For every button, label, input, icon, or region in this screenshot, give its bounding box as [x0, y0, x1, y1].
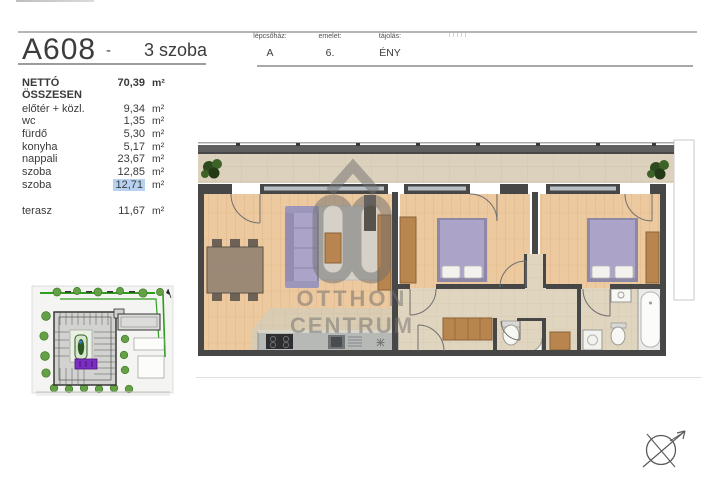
- print-artifact: [16, 0, 94, 2]
- bedroom2-wardrobe: [646, 232, 659, 283]
- neighbour-area: [674, 140, 694, 300]
- watermark-line1: OTTHON: [297, 286, 408, 311]
- area-row: szoba12,85m²: [22, 166, 174, 179]
- area-row: fürdő5,30m²: [22, 128, 174, 141]
- room-label: terasz: [22, 205, 105, 217]
- washing-machine-icon: [583, 330, 602, 350]
- room-label: előtér + közl.: [22, 103, 105, 115]
- stove-icon: [266, 334, 293, 349]
- bathtub-icon: [638, 288, 663, 351]
- watermark-line2: CENTRUM: [290, 313, 414, 338]
- terrace-railing: [198, 145, 674, 152]
- plan-border: [196, 377, 702, 378]
- site-highlighted-unit: [75, 359, 97, 369]
- selected-value-highlight[interactable]: 12,71: [113, 179, 145, 191]
- area-row: terasz11,67m²: [22, 205, 174, 218]
- site-plan: [30, 282, 176, 398]
- room-area-value: 5,17: [105, 141, 145, 153]
- bedroom1-bed: [437, 218, 487, 282]
- room-area-value: 12,85: [105, 166, 145, 178]
- unit-info-table: lépcsőház: A emelet: 6. tájolás: ÉNY: [242, 33, 422, 59]
- site-courtyard-pool: [75, 335, 87, 359]
- unit-label: m²: [145, 141, 174, 153]
- terrace-windows: [264, 187, 616, 191]
- bedroom1-wardrobe: [400, 217, 416, 283]
- info-staircase: lépcsőház: A: [242, 33, 298, 59]
- floor-plan-sheet: A608 - 3 szoba lépcsőház: A emelet: 6. t…: [0, 0, 706, 500]
- unit-id: A608: [22, 33, 96, 67]
- info-orientation: tájolás: ÉNY: [362, 33, 418, 59]
- hallway-cabinet: [550, 332, 570, 350]
- area-total-row: NETTÓ ÖSSZESEN70,39m²: [22, 77, 174, 90]
- room-label: fürdő: [22, 128, 105, 140]
- unit-label: m²: [145, 153, 174, 165]
- room-area-value: 23,67: [105, 153, 145, 165]
- room-label: szoba: [22, 179, 105, 191]
- area-row: konyha5,17m²: [22, 141, 174, 154]
- unit-label: m²: [145, 205, 174, 217]
- unit-label: m²: [145, 179, 174, 191]
- dining-table: [207, 239, 263, 301]
- room-label: wc: [22, 115, 105, 127]
- room-label: NETTÓ ÖSSZESEN: [22, 77, 105, 101]
- room-area-value: 5,30: [105, 128, 145, 140]
- room-label: konyha: [22, 141, 105, 153]
- bedroom2-bed: [587, 218, 638, 282]
- area-row: nappali23,67m²: [22, 153, 174, 166]
- header-underline-left: [18, 63, 206, 65]
- room-label: nappali: [22, 153, 105, 165]
- area-table: NETTÓ ÖSSZESEN70,39m²előtér + közl.9,34m…: [22, 77, 174, 217]
- room-count: 3 szoba: [144, 40, 207, 61]
- area-row: wc1,35m²: [22, 115, 174, 128]
- room-area-value: 9,34: [105, 103, 145, 115]
- unit-label: m²: [145, 115, 174, 127]
- bath-sink-icon: [611, 289, 631, 302]
- hall-niche-floor: [526, 254, 544, 288]
- room-area-value: 11,67: [105, 205, 145, 217]
- hallway-bench: [443, 318, 492, 340]
- faint-print-artifact: [449, 33, 467, 37]
- bath-toilet-icon: [611, 323, 626, 345]
- room-area-value: 1,35: [105, 115, 145, 127]
- area-row: előtér + közl.9,34m²: [22, 103, 174, 116]
- site-roads: [36, 392, 170, 395]
- terrace-floor: [198, 154, 674, 183]
- room-label: szoba: [22, 166, 105, 178]
- unit-label: m²: [145, 128, 174, 140]
- unit-label: m²: [145, 166, 174, 178]
- coffee-table: [325, 233, 341, 263]
- floor-plan: OTTHON CENTRUM: [190, 122, 706, 380]
- terrace: [198, 142, 674, 183]
- extractor-symbol-icon: [377, 339, 385, 347]
- header-separator: -: [106, 42, 111, 59]
- info-floor: emelet: 6.: [302, 33, 358, 59]
- area-row: szoba 12,71m²: [22, 179, 174, 192]
- unit-label: m²: [145, 103, 174, 115]
- header-underline-right: [257, 65, 693, 67]
- room-area-value: 12,71: [105, 179, 145, 191]
- north-arrow-compass-icon: [634, 422, 698, 474]
- site-building: [54, 312, 116, 385]
- room-area-value: 70,39: [105, 77, 145, 89]
- unit-label: m²: [145, 77, 174, 89]
